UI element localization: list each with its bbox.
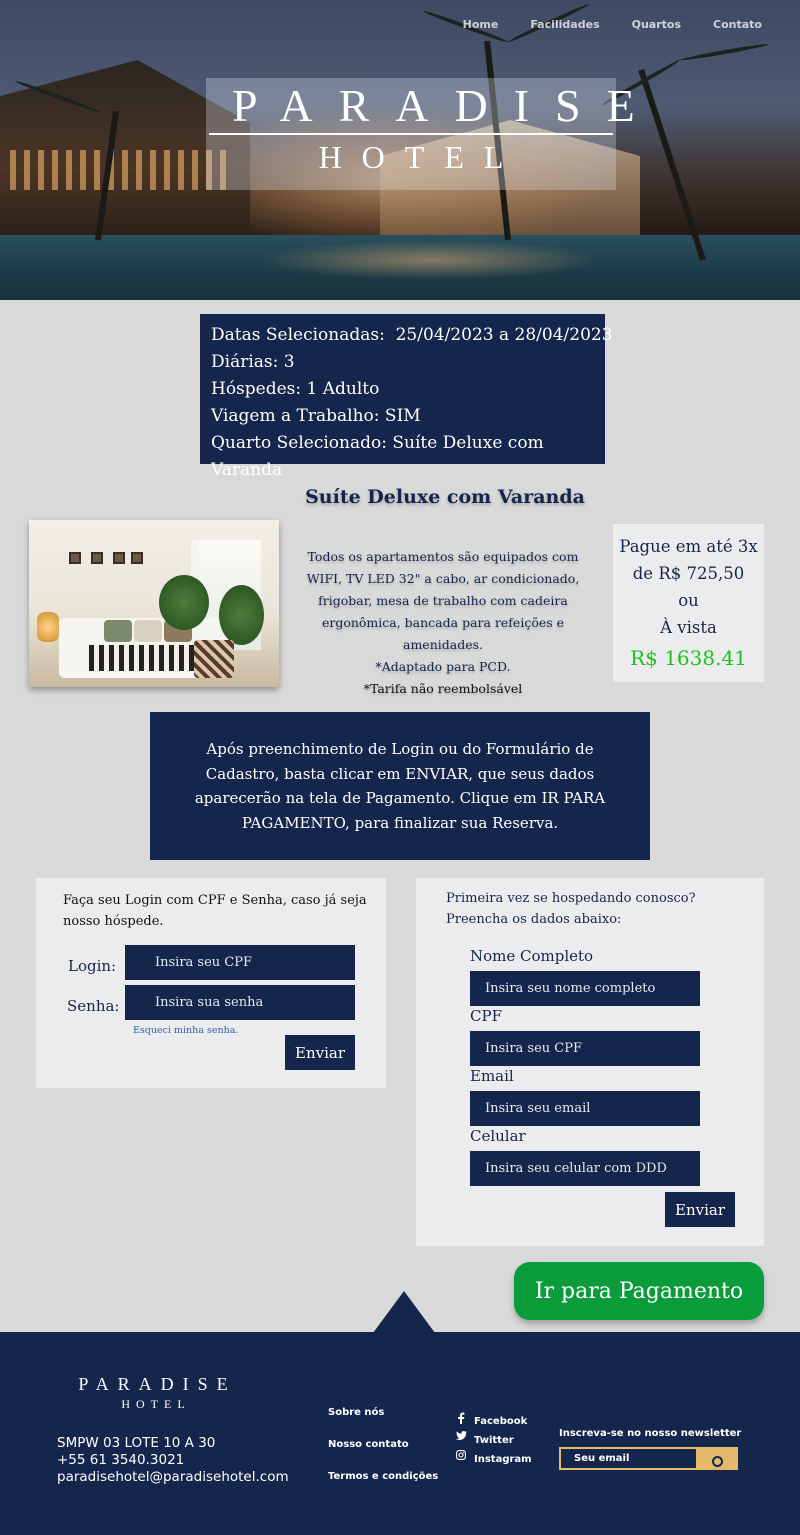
newsletter-title: Inscreva-se no nosso newsletter	[559, 1428, 742, 1439]
nav-facilities[interactable]: Facilidades	[530, 18, 599, 31]
building-lights	[10, 150, 230, 190]
email-label: Email	[470, 1067, 514, 1085]
wall-frame	[113, 552, 125, 564]
password-label: Senha:	[67, 997, 120, 1015]
pool-reflection	[260, 240, 600, 280]
summary-guests: Hóspedes: 1 Adulto	[211, 379, 380, 399]
go-to-payment-button[interactable]: Ir para Pagamento	[514, 1262, 764, 1320]
nav-contact[interactable]: Contato	[713, 18, 762, 31]
main-nav: Home Facilidades Quartos Contato	[463, 18, 762, 31]
hero-banner: Home Facilidades Quartos Contato PARADIS…	[0, 0, 800, 300]
social-facebook-label: Facebook	[474, 1416, 528, 1427]
bed-throw	[89, 645, 209, 671]
pillow	[104, 620, 132, 642]
newsletter-email-input[interactable]	[560, 1448, 697, 1469]
summary-business-trip: Viagem a Trabalho: SIM	[211, 406, 421, 426]
newsletter-submit-icon[interactable]	[712, 1456, 723, 1467]
hero-logo: PARADISE HOTEL	[206, 78, 661, 190]
room-refund-note: *Tarifa não reembolsável	[363, 681, 523, 696]
pillow	[134, 620, 162, 642]
price-installment-value: de R$ 725,50	[632, 564, 745, 583]
social-twitter-label: Twitter	[474, 1435, 514, 1446]
footer-links: Sobre nós Nosso contato Termos e condiçõ…	[328, 1407, 438, 1503]
room-plant	[159, 575, 209, 630]
price-installments: Pague em até 3x	[619, 537, 758, 556]
cpf-input[interactable]	[470, 1031, 700, 1066]
register-panel: Primeira vez se hospedando conosco? Pree…	[416, 878, 764, 1246]
floor-cushion	[194, 640, 234, 678]
price-cash-label: À vista	[660, 618, 717, 637]
phone-input[interactable]	[470, 1151, 700, 1186]
room-amenities: Todos os apartamentos são equipados com …	[306, 549, 580, 652]
instructions-text: Após preenchimento de Login ou do Formul…	[194, 740, 606, 832]
logo-subtitle: HOTEL	[318, 139, 524, 175]
name-input[interactable]	[470, 971, 700, 1006]
twitter-icon	[455, 1431, 467, 1444]
room-title: Suíte Deluxe com Varanda	[305, 486, 585, 508]
nav-rooms[interactable]: Quartos	[632, 18, 681, 31]
footer-email: paradisehotel@paradisehotel.com	[57, 1469, 289, 1485]
footer-logo: PARADISE HOTEL	[58, 1374, 248, 1412]
newsletter: Inscreva-se no nosso newsletter	[559, 1428, 742, 1470]
nav-home[interactable]: Home	[463, 18, 499, 31]
register-submit-button[interactable]: Enviar	[665, 1192, 735, 1227]
room-photo	[29, 520, 279, 687]
email-input[interactable]	[470, 1091, 700, 1126]
footer: PARADISE HOTEL SMPW 03 LOTE 10 A 30 +55 …	[0, 1332, 800, 1535]
footer-contact-info: SMPW 03 LOTE 10 A 30 +55 61 3540.3021 pa…	[57, 1435, 289, 1486]
bedside-lamp	[37, 612, 59, 642]
footer-link-contact[interactable]: Nosso contato	[328, 1439, 438, 1471]
login-intro: Faça seu Login com CPF e Senha, caso já …	[63, 893, 367, 929]
wall-frame	[131, 552, 143, 564]
wall-frame	[69, 552, 81, 564]
booking-summary: Datas Selecionadas: 25/04/2023 a 28/04/2…	[200, 314, 613, 480]
login-label: Login:	[68, 957, 117, 975]
register-intro: Primeira vez se hospedando conosco? Pree…	[446, 891, 696, 927]
footer-logo-subtitle: HOTEL	[121, 1397, 191, 1411]
summary-dates: Datas Selecionadas: 25/04/2023 a 28/04/2…	[211, 325, 613, 345]
cpf-label: CPF	[470, 1007, 502, 1025]
price-total: R$ 1638.41	[630, 646, 747, 670]
name-label: Nome Completo	[470, 947, 594, 965]
footer-notch	[373, 1291, 435, 1333]
instagram-icon	[455, 1450, 467, 1463]
login-submit-button[interactable]: Enviar	[285, 1035, 355, 1070]
price-box: Pague em até 3x de R$ 725,50 ou À vista …	[613, 524, 764, 682]
facebook-icon	[455, 1412, 467, 1427]
summary-room: Quarto Selecionado: Suíte Deluxe com Var…	[211, 433, 544, 480]
room-description: Todos os apartamentos são equipados com …	[298, 546, 588, 700]
wall-frame	[91, 552, 103, 564]
phone-label: Celular	[470, 1127, 526, 1145]
footer-logo-title: PARADISE	[78, 1374, 237, 1394]
newsletter-form	[559, 1447, 738, 1470]
room-pcd-note: *Adaptado para PCD.	[375, 659, 511, 674]
forgot-password-link[interactable]: Esqueci minha senha.	[133, 1025, 238, 1036]
social-instagram-label: Instagram	[474, 1454, 532, 1465]
login-cpf-input[interactable]	[125, 945, 355, 980]
footer-link-about[interactable]: Sobre nós	[328, 1407, 438, 1439]
footer-phone: +55 61 3540.3021	[57, 1452, 185, 1468]
room-plant	[219, 585, 264, 645]
login-panel: Faça seu Login com CPF e Senha, caso já …	[36, 878, 386, 1088]
price-or: ou	[678, 591, 699, 610]
password-input[interactable]	[125, 985, 355, 1020]
footer-link-terms[interactable]: Termos e condições	[328, 1471, 438, 1503]
instructions-box: Após preenchimento de Login ou do Formul…	[150, 712, 650, 860]
summary-nights: Diárias: 3	[211, 352, 295, 372]
palm-frond	[679, 42, 769, 62]
footer-address: SMPW 03 LOTE 10 A 30	[57, 1435, 216, 1451]
logo-title: PARADISE	[232, 80, 661, 131]
